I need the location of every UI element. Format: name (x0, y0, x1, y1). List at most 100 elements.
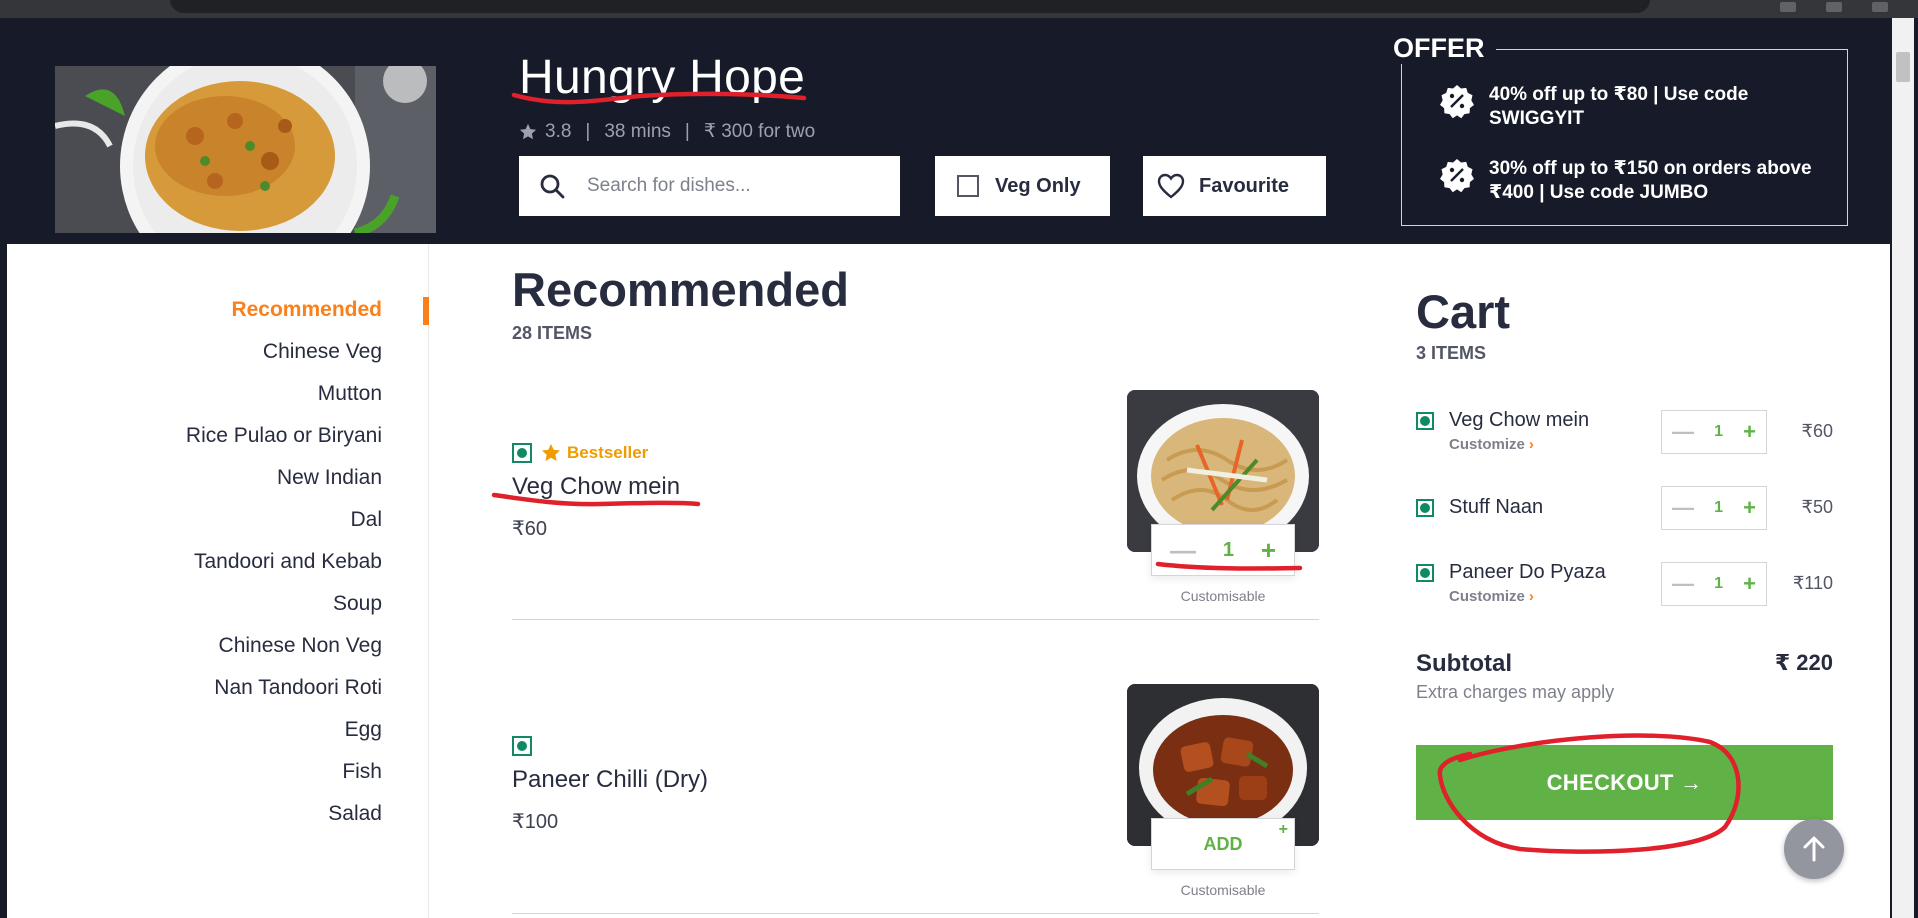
address-bar[interactable] (170, 0, 1650, 13)
category-nav: Recommended Chinese Veg Mutton Rice Pula… (7, 244, 429, 918)
offer-item: 30% off up to ₹150 on orders above ₹400 … (1439, 157, 1819, 205)
nav-active-indicator (423, 297, 429, 325)
bestseller-badge: Bestseller (541, 443, 648, 463)
dish-search[interactable] (519, 156, 900, 216)
veg-indicator-icon (1416, 412, 1434, 430)
veg-indicator-icon (512, 443, 532, 463)
nav-item-nan-tandoori-roti[interactable]: Nan Tandoori Roti (214, 676, 382, 700)
offer-title: OFFER (1393, 33, 1496, 64)
section-title: Recommended (512, 263, 849, 316)
decrease-quantity-button[interactable]: — (1672, 571, 1694, 597)
cart-quantity-stepper[interactable]: — 1 + (1661, 486, 1767, 530)
veg-indicator-icon (1416, 499, 1434, 517)
cart-title: Cart (1416, 285, 1511, 338)
cart-quantity-stepper[interactable]: — 1 + (1661, 562, 1767, 606)
dish-price: ₹100 (512, 811, 559, 833)
biryani-plate-illustration (55, 66, 436, 233)
decrease-quantity-button[interactable]: — (1672, 419, 1694, 445)
star-icon (519, 123, 537, 139)
offer-item: 40% off up to ₹80 | Use code SWIGGYIT (1439, 83, 1819, 131)
nav-item-chinese-veg[interactable]: Chinese Veg (263, 340, 382, 364)
restaurant-cost-for-two: ₹ 300 for two (703, 121, 816, 142)
discount-badge-icon (1440, 85, 1474, 119)
veg-only-toggle[interactable]: Veg Only (935, 156, 1110, 216)
decrease-quantity-button[interactable]: — (1170, 535, 1196, 566)
favourite-button[interactable]: Favourite (1143, 156, 1326, 216)
cart-quantity-stepper[interactable]: — 1 + (1661, 410, 1767, 454)
veg-indicator-icon (1416, 564, 1434, 582)
page-scrollbar[interactable] (1892, 18, 1914, 918)
browser-extension-icons (1780, 2, 1888, 12)
nav-item-fish[interactable]: Fish (342, 760, 382, 784)
nav-item-dal[interactable]: Dal (350, 508, 382, 532)
nav-item-new-indian[interactable]: New Indian (277, 466, 382, 490)
nav-item-tandoori-kebab[interactable]: Tandoori and Kebab (194, 550, 382, 574)
chevron-right-icon: › (1528, 436, 1534, 453)
cart-item-price: ₹50 (1801, 497, 1833, 517)
dish-divider (512, 913, 1319, 914)
restaurant-rating: 3.8 (545, 120, 572, 142)
increase-quantity-button[interactable]: + (1743, 495, 1756, 521)
decrease-quantity-button[interactable]: — (1672, 495, 1694, 521)
heart-icon (1157, 173, 1185, 199)
profile-icon[interactable] (1872, 2, 1888, 12)
veg-indicator-icon (512, 736, 532, 756)
scroll-to-top-button[interactable] (1784, 819, 1844, 879)
nav-item-recommended[interactable]: Recommended (231, 298, 382, 322)
nav-item-salad[interactable]: Salad (328, 802, 382, 826)
bestseller-label: Bestseller (567, 443, 649, 462)
veg-only-checkbox[interactable] (957, 175, 979, 197)
search-icon (540, 174, 565, 199)
dish-price: ₹60 (512, 518, 547, 540)
cart-item-count: 3 ITEMS (1416, 343, 1487, 363)
chevron-right-icon: › (1528, 588, 1534, 605)
customisable-label: Customisable (1180, 588, 1266, 604)
checkout-button[interactable]: CHECKOUT → (1416, 745, 1833, 820)
meta-separator: | (585, 120, 591, 142)
arrow-up-icon (1803, 836, 1825, 862)
section-item-count: 28 ITEMS (512, 323, 593, 343)
cart-customize-link[interactable]: Customize › (1449, 588, 1534, 605)
restaurant-meta: 3.8 | 38 mins | ₹ 300 for two (519, 120, 815, 143)
nav-item-soup[interactable]: Soup (333, 592, 382, 616)
nav-item-rice-pulao-biryani[interactable]: Rice Pulao or Biryani (186, 424, 382, 448)
meta-separator: | (684, 120, 690, 142)
dish-quantity-value: 1 (1222, 538, 1234, 561)
cart-item-name: Stuff Naan (1449, 496, 1544, 518)
nav-item-mutton[interactable]: Mutton (318, 382, 382, 406)
nav-item-egg[interactable]: Egg (345, 718, 382, 742)
add-to-cart-button[interactable]: ADD + (1151, 818, 1295, 870)
subtotal-value: ₹ 220 (1774, 650, 1833, 675)
offer-text: 30% off up to ₹150 on orders above ₹400 … (1489, 158, 1812, 203)
increase-quantity-button[interactable]: + (1743, 419, 1756, 445)
extension-icon[interactable] (1826, 2, 1842, 12)
add-label: ADD (1203, 833, 1243, 854)
restaurant-delivery-time: 38 mins (604, 120, 671, 142)
increase-quantity-button[interactable]: + (1743, 571, 1756, 597)
customisable-label: Customisable (1180, 882, 1266, 898)
cart-item-price: ₹110 (1792, 573, 1833, 593)
extension-icon[interactable] (1780, 2, 1796, 12)
search-input[interactable] (585, 174, 875, 198)
cart-item-name: Veg Chow mein (1449, 409, 1590, 431)
cart-quantity-value: 1 (1714, 423, 1724, 440)
favourite-label: Favourite (1199, 174, 1290, 197)
dish-quantity-stepper[interactable]: — 1 + (1151, 524, 1295, 576)
discount-badge-icon (1440, 159, 1474, 193)
scrollbar-thumb[interactable] (1896, 52, 1910, 82)
star-icon (542, 444, 560, 461)
nav-item-chinese-non-veg[interactable]: Chinese Non Veg (219, 634, 382, 658)
offer-text: 40% off up to ₹80 | Use code SWIGGYIT (1489, 84, 1749, 129)
cart-customize-link[interactable]: Customize › (1449, 436, 1534, 453)
extra-charges-note: Extra charges may apply (1416, 682, 1615, 702)
veg-only-label: Veg Only (995, 174, 1081, 197)
customize-label: Customize (1449, 588, 1525, 605)
dish-name: Veg Chow mein (512, 473, 681, 500)
restaurant-name: Hungry Hope (519, 51, 806, 104)
cart-item-name: Paneer Do Pyaza (1449, 561, 1606, 583)
increase-quantity-button[interactable]: + (1261, 535, 1276, 566)
add-plus-icon: + (1278, 821, 1288, 838)
customize-label: Customize (1449, 436, 1525, 453)
cart-quantity-value: 1 (1714, 499, 1724, 516)
subtotal-label: Subtotal (1416, 650, 1512, 677)
